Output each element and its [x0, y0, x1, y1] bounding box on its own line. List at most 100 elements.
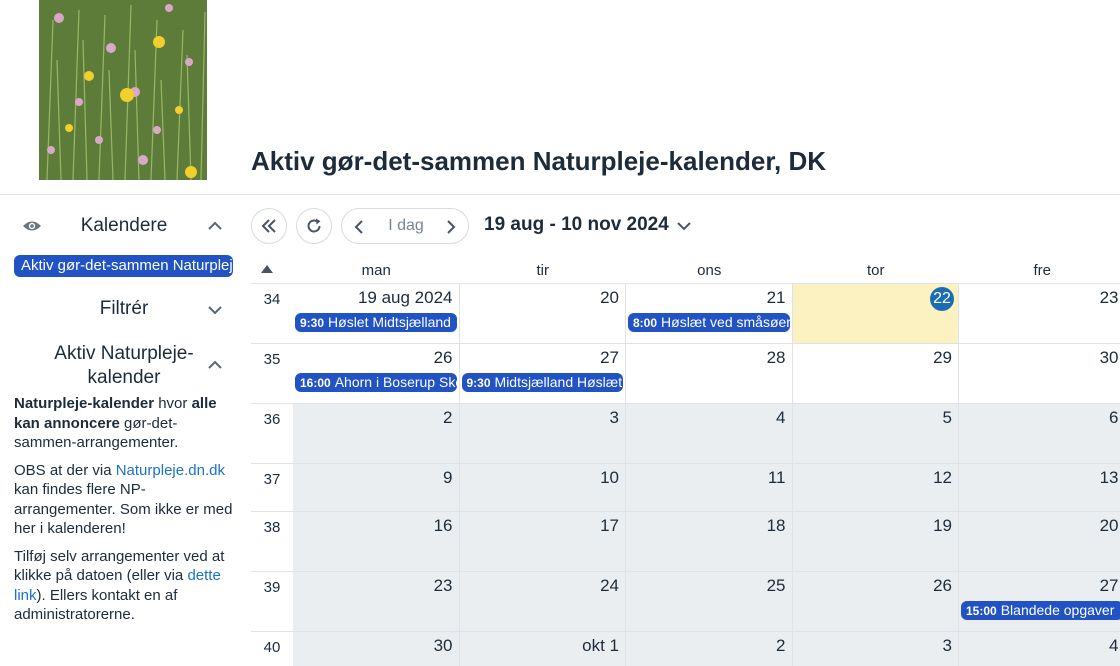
- day-cell[interactable]: 30: [293, 632, 460, 666]
- refresh-button[interactable]: [296, 208, 332, 244]
- day-cell[interactable]: 17: [459, 512, 626, 572]
- day-number[interactable]: 2: [443, 408, 452, 428]
- day-number[interactable]: 13: [1100, 468, 1119, 488]
- day-cell[interactable]: 26: [792, 572, 959, 632]
- day-number[interactable]: 12: [933, 468, 952, 488]
- naturpleje-link[interactable]: Naturpleje.dn.dk: [116, 462, 225, 479]
- day-cell[interactable]: 9: [293, 464, 460, 512]
- day-number[interactable]: 4: [776, 408, 785, 428]
- week-number[interactable]: 36: [251, 411, 293, 428]
- event-time: 15:00: [966, 604, 997, 618]
- day-cell[interactable]: 2: [293, 404, 460, 464]
- day-number[interactable]: 16: [434, 516, 453, 536]
- day-number[interactable]: 3: [610, 408, 619, 428]
- sort-up-icon[interactable]: [261, 265, 273, 273]
- day-cell[interactable]: 3: [459, 404, 626, 464]
- day-cell[interactable]: 2: [626, 632, 793, 666]
- day-number[interactable]: 28: [767, 348, 786, 368]
- today-date-badge[interactable]: 22: [930, 287, 954, 311]
- day-cell[interactable]: 6: [959, 404, 1120, 464]
- day-number[interactable]: 27: [600, 348, 619, 368]
- day-number[interactable]: okt 1: [582, 636, 619, 656]
- day-number[interactable]: 2: [776, 636, 785, 656]
- event-time: 8:00: [633, 316, 658, 330]
- day-number[interactable]: 19: [933, 516, 952, 536]
- date-range-label[interactable]: 19 aug - 10 nov 2024: [484, 214, 669, 236]
- day-cell[interactable]: 5: [792, 404, 959, 464]
- day-number[interactable]: 27: [1100, 576, 1119, 596]
- day-number[interactable]: 25: [767, 576, 786, 596]
- day-number[interactable]: 17: [600, 516, 619, 536]
- day-cell[interactable]: 13: [959, 464, 1120, 512]
- week-number[interactable]: 34: [251, 291, 293, 308]
- day-number[interactable]: 24: [600, 576, 619, 596]
- day-number[interactable]: 11: [768, 468, 786, 488]
- chevron-down-icon[interactable]: [676, 221, 692, 231]
- day-cell[interactable]: 3: [792, 632, 959, 666]
- about-bold-1: Naturpleje-kalender: [14, 395, 155, 412]
- about-heading-line-2: kalender: [87, 367, 161, 388]
- day-number[interactable]: 20: [1100, 516, 1119, 536]
- day-cell[interactable]: 20: [459, 284, 626, 344]
- double-chevron-left-icon: [261, 219, 276, 233]
- day-number[interactable]: 29: [933, 348, 952, 368]
- day-number[interactable]: 26: [434, 348, 453, 368]
- chevron-left-icon[interactable]: [350, 218, 368, 236]
- event-chip[interactable]: 15:00 Blandede opgaver: [961, 601, 1120, 620]
- event-chip[interactable]: 9:30 Midtsjælland Høslæt: [461, 373, 623, 392]
- day-number[interactable]: 5: [943, 408, 952, 428]
- day-cell[interactable]: 23: [293, 572, 460, 632]
- day-number[interactable]: 23: [434, 576, 453, 596]
- day-cell[interactable]: 12: [792, 464, 959, 512]
- day-cell[interactable]: 4: [626, 404, 793, 464]
- day-cell[interactable]: 4: [959, 632, 1120, 666]
- day-number[interactable]: 21: [767, 288, 786, 308]
- day-cell[interactable]: 18: [626, 512, 793, 572]
- day-cell[interactable]: 20: [959, 512, 1120, 572]
- day-cell[interactable]: okt 1: [459, 632, 626, 666]
- chevron-up-icon[interactable]: [207, 360, 223, 370]
- week-number[interactable]: 37: [251, 471, 293, 488]
- event-chip[interactable]: 8:00 Høslæt ved småsøer: [628, 313, 790, 332]
- day-number[interactable]: 9: [443, 468, 452, 488]
- chevron-up-icon[interactable]: [207, 221, 223, 231]
- event-chip[interactable]: 9:30 Høslet Midtsjælland: [295, 313, 457, 332]
- day-cell[interactable]: 29: [792, 344, 959, 404]
- eye-icon[interactable]: [22, 219, 42, 233]
- day-number[interactable]: 19 aug 2024: [358, 288, 453, 308]
- day-cell[interactable]: 25: [626, 572, 793, 632]
- week-number[interactable]: 40: [251, 639, 293, 656]
- day-number[interactable]: 26: [933, 576, 952, 596]
- day-cell[interactable]: 28: [626, 344, 793, 404]
- week-number[interactable]: 38: [251, 519, 293, 536]
- day-number[interactable]: 20: [600, 288, 619, 308]
- jump-back-button[interactable]: [251, 208, 287, 244]
- day-number[interactable]: 23: [1100, 288, 1119, 308]
- day-number[interactable]: 6: [1109, 408, 1118, 428]
- day-number[interactable]: 18: [767, 516, 786, 536]
- day-cell[interactable]: 10: [459, 464, 626, 512]
- week-number[interactable]: 39: [251, 579, 293, 596]
- day-number[interactable]: 30: [1100, 348, 1119, 368]
- day-number[interactable]: 30: [434, 636, 453, 656]
- day-number[interactable]: 10: [600, 468, 619, 488]
- filter-heading[interactable]: Filtrér: [64, 298, 184, 320]
- chevron-right-icon[interactable]: [442, 218, 460, 236]
- chevron-down-icon[interactable]: [207, 305, 223, 315]
- event-chip[interactable]: 16:00Ahorn i Boserup Skov: [295, 373, 457, 392]
- week-number[interactable]: 35: [251, 351, 293, 368]
- day-number[interactable]: 4: [1109, 636, 1118, 656]
- day-cell[interactable]: 24: [459, 572, 626, 632]
- header-image: [39, 0, 207, 180]
- day-cell[interactable]: 30: [959, 344, 1120, 404]
- day-number[interactable]: 3: [943, 636, 952, 656]
- day-cell[interactable]: 22: [792, 284, 959, 344]
- day-header-tor: tor: [866, 262, 885, 279]
- day-header-tir: tir: [536, 262, 550, 279]
- day-cell[interactable]: 16: [293, 512, 460, 572]
- today-button[interactable]: I dag: [372, 209, 440, 243]
- day-cell[interactable]: 23: [959, 284, 1120, 344]
- day-cell[interactable]: 11: [626, 464, 793, 512]
- day-cell[interactable]: 19: [792, 512, 959, 572]
- calendar-chip[interactable]: Aktiv gør-det-sammen Naturpleje-kalender…: [14, 255, 233, 277]
